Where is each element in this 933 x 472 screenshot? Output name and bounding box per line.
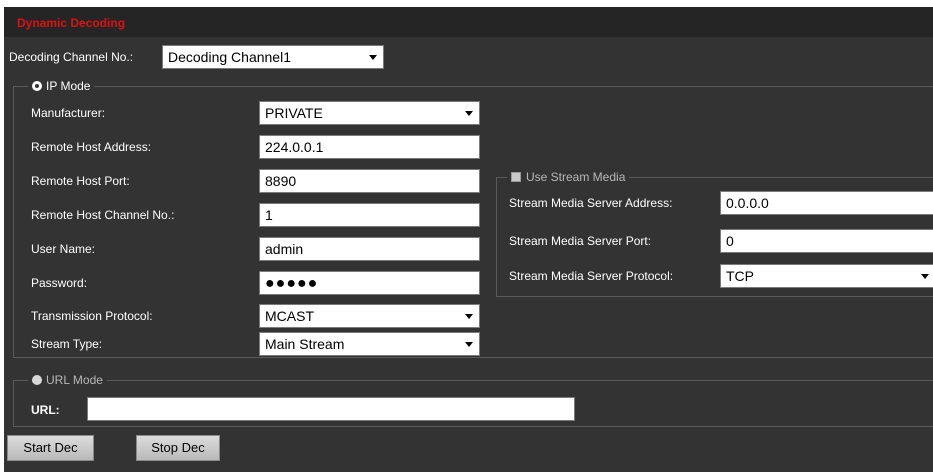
manufacturer-label: Manufacturer:	[31, 106, 106, 120]
ip-mode-legend: IP Mode	[46, 79, 91, 93]
chevron-down-icon	[369, 55, 377, 60]
checkbox-unchecked-icon	[511, 172, 521, 182]
password-field[interactable]: ●●●●●	[259, 271, 480, 295]
stream-type-label: Stream Type:	[31, 337, 103, 351]
remote-host-port-label: Remote Host Port:	[31, 174, 130, 188]
stream-server-protocol-label: Stream Media Server Protocol:	[509, 269, 674, 283]
url-label: URL:	[31, 403, 60, 417]
decoding-channel-label: Decoding Channel No.:	[9, 50, 134, 64]
remote-host-port-field[interactable]	[259, 169, 480, 193]
use-stream-media-legend: Use Stream Media	[526, 170, 626, 184]
remote-host-address-field[interactable]	[259, 135, 480, 159]
panel-title: Dynamic Decoding	[17, 16, 126, 30]
chevron-down-icon	[921, 274, 929, 279]
password-mask: ●●●●●	[265, 275, 319, 292]
chevron-down-icon	[465, 314, 473, 319]
remote-host-channel-label: Remote Host Channel No.:	[31, 208, 175, 222]
stop-dec-button[interactable]: Stop Dec	[136, 435, 220, 461]
password-label: Password:	[31, 276, 88, 290]
url-field[interactable]	[87, 397, 575, 421]
radio-unselected-icon	[32, 375, 42, 385]
transmission-protocol-select[interactable]: MCAST	[259, 304, 480, 328]
manufacturer-value: PRIVATE	[265, 105, 323, 121]
chevron-down-icon	[465, 342, 473, 347]
stream-server-port-label: Stream Media Server Port:	[509, 234, 652, 248]
panel-title-bar: Dynamic Decoding	[4, 7, 933, 37]
stream-server-port-field[interactable]	[720, 229, 933, 253]
url-mode-radio[interactable]: URL Mode	[28, 373, 107, 387]
url-mode-legend: URL Mode	[46, 373, 103, 387]
decoding-channel-select[interactable]: Decoding Channel1	[162, 45, 384, 69]
user-name-label: User Name:	[31, 242, 96, 256]
remote-host-channel-field[interactable]	[259, 203, 480, 227]
stream-server-address-label: Stream Media Server Address:	[509, 196, 673, 210]
manufacturer-select[interactable]: PRIVATE	[259, 101, 480, 125]
use-stream-media-checkbox[interactable]: Use Stream Media	[507, 170, 630, 184]
remote-host-address-label: Remote Host Address:	[31, 140, 152, 154]
stream-server-protocol-value: TCP	[726, 268, 754, 284]
ip-mode-radio[interactable]: IP Mode	[28, 79, 95, 93]
transmission-protocol-value: MCAST	[265, 308, 314, 324]
chevron-down-icon	[465, 111, 473, 116]
stream-server-protocol-select[interactable]: TCP	[720, 264, 933, 288]
stream-type-select[interactable]: Main Stream	[259, 332, 480, 356]
stream-type-value: Main Stream	[265, 336, 345, 352]
user-name-field[interactable]	[259, 237, 480, 261]
start-dec-button[interactable]: Start Dec	[7, 435, 94, 461]
stream-server-address-field[interactable]	[720, 191, 933, 215]
transmission-protocol-label: Transmission Protocol:	[31, 309, 153, 323]
page-canvas: Dynamic Decoding Decoding Channel No.: D…	[0, 0, 933, 472]
radio-selected-icon	[32, 81, 42, 91]
decoding-channel-value: Decoding Channel1	[168, 49, 291, 65]
